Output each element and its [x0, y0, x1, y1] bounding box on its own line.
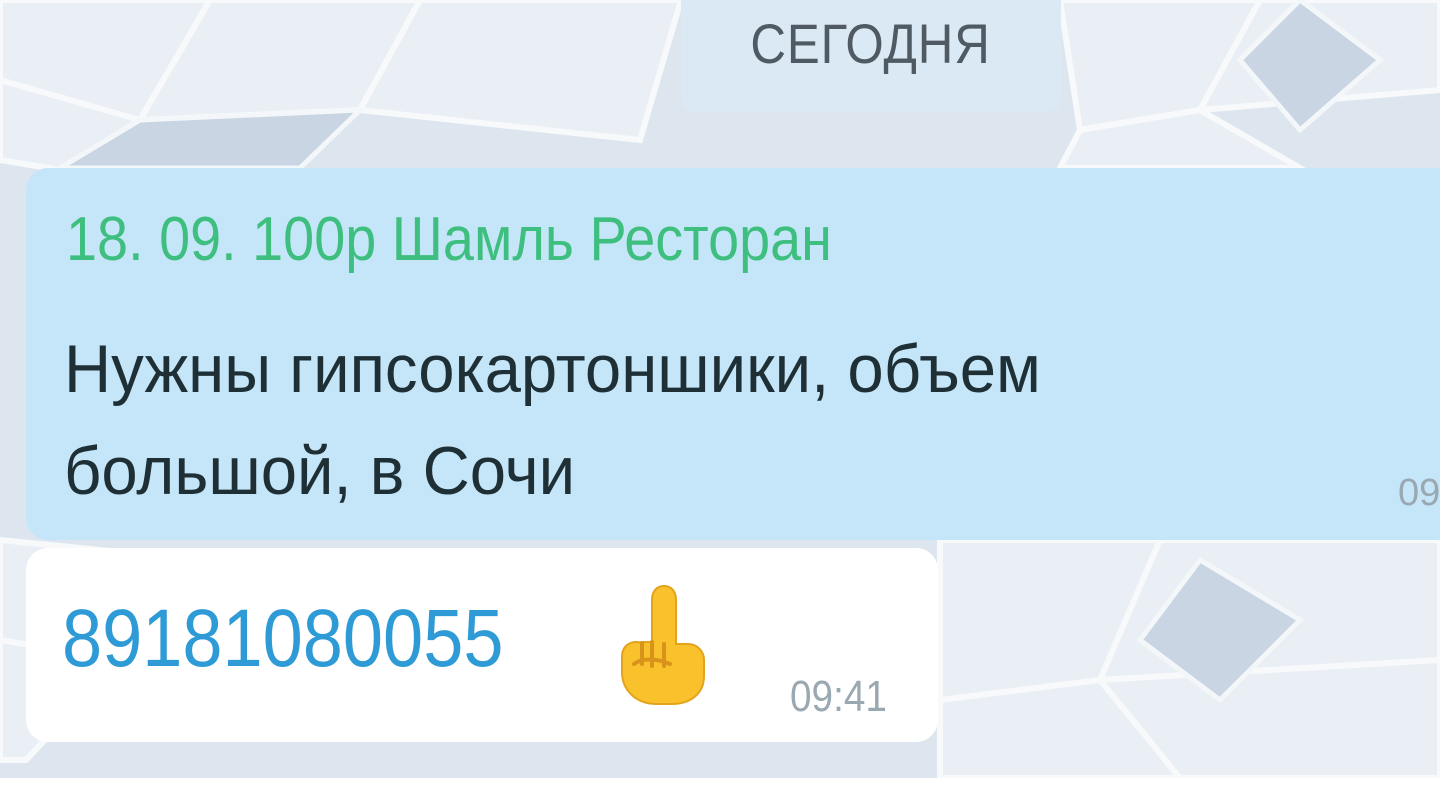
date-separator-label: СЕГОДНЯ [750, 11, 992, 75]
message-quoted-body: Нужны гипсокартоншики, объем большой, в … [64, 318, 1408, 522]
date-separator-chip: СЕГОДНЯ [681, 0, 1061, 112]
message-phone-time: 09:41 [790, 672, 887, 721]
message-quoted-body-line: Нужны гипсокартоншики, объем [64, 331, 1041, 407]
message-quoted-time: 09 [1398, 472, 1440, 514]
message-quoted-title: 18. 09. 100р Шамль Ресторан [66, 205, 832, 274]
phone-number-link[interactable]: 89181080055 [62, 592, 503, 686]
pointing-up-finger-icon [621, 584, 705, 705]
message-quoted-body-line: большой, в Сочи [64, 433, 576, 509]
message-composer-bar[interactable] [0, 778, 1440, 810]
